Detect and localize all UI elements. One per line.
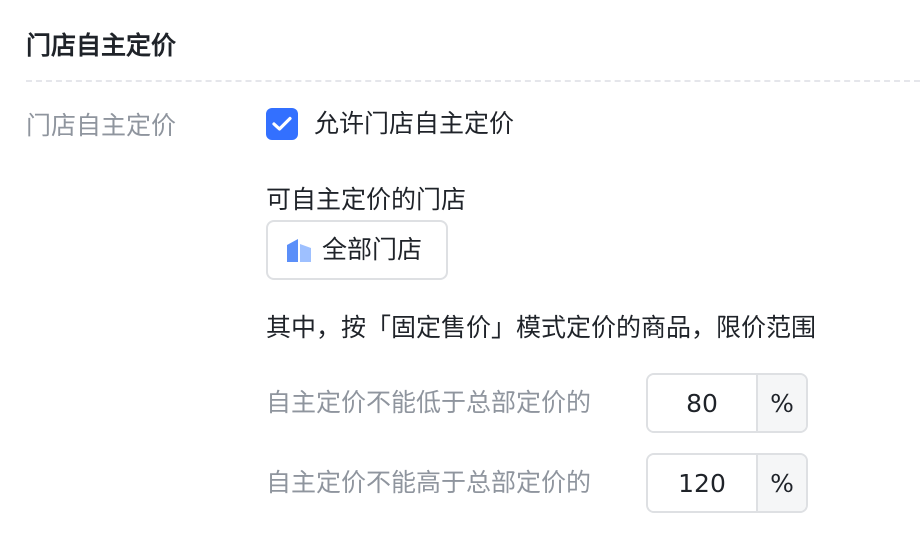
store-button-label: 全部门店 [322,235,423,264]
min-price-input[interactable] [648,375,756,431]
max-price-label: 自主定价不能高于总部定价的 [266,468,592,497]
range-description: 其中，按「固定售价」模式定价的商品，限价范围 [266,313,817,342]
min-price-input-group: % [646,373,808,433]
section-title: 门店自主定价 [26,31,177,60]
checkbox-label: 允许门店自主定价 [314,109,515,138]
allow-self-pricing-checkbox-row[interactable]: 允许门店自主定价 [266,106,514,142]
max-price-row: 自主定价不能高于总部定价的 % [266,453,808,513]
section-divider [26,80,920,82]
max-price-input-group: % [646,453,808,513]
field-label: 门店自主定价 [26,111,177,140]
store-icon [284,235,314,265]
max-price-input[interactable] [648,455,756,511]
stores-label: 可自主定价的门店 [266,185,467,214]
allow-self-pricing-checkbox[interactable] [266,108,298,140]
store-select-button[interactable]: 全部门店 [266,220,448,280]
min-price-label: 自主定价不能低于总部定价的 [266,388,592,417]
max-price-unit: % [756,455,806,511]
min-price-row: 自主定价不能低于总部定价的 % [266,373,808,433]
check-icon [272,116,292,131]
pricing-settings-page: 门店自主定价 门店自主定价 允许门店自主定价 可自主定价的门店 全部门店 其中，… [0,0,920,552]
min-price-unit: % [756,375,806,431]
